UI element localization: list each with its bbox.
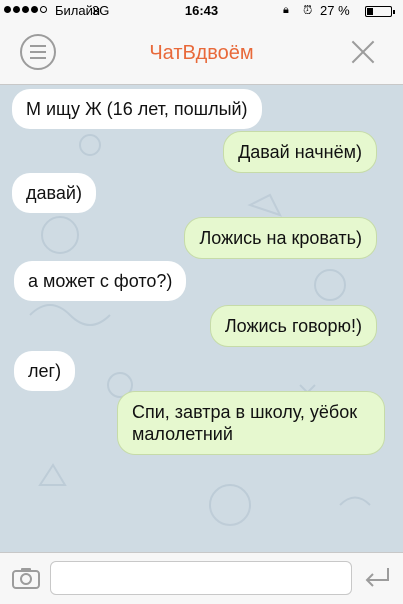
rotation-lock-icon: 🔒︎ (283, 4, 289, 16)
outgoing-message[interactable]: Спи, завтра в школу, уёбок малолетний (117, 391, 385, 455)
outgoing-message[interactable]: Ложись говорю!) (209, 305, 377, 347)
incoming-message[interactable]: лег) (14, 351, 76, 391)
app-title: ЧатВдвоём (149, 42, 254, 64)
battery-percent: 27 % (320, 3, 350, 18)
send-arrow-icon[interactable] (362, 565, 392, 591)
chat-screen: Билайн 3G 16:43 🔒︎ ⏰︎ 27 % ЧатВдвоём М и… (0, 0, 403, 604)
incoming-message[interactable]: М ищу Ж (16 лет, пошлый) (12, 89, 262, 129)
close-icon[interactable] (349, 38, 377, 66)
message-input[interactable] (50, 561, 352, 595)
outgoing-message[interactable]: Ложись на кровать) (184, 217, 377, 259)
nav-bar: ЧатВдвоём (0, 22, 403, 85)
incoming-message[interactable]: давай) (12, 173, 96, 213)
outgoing-message[interactable]: Давай начнём) (223, 131, 377, 173)
input-bar (0, 552, 403, 604)
battery-icon (365, 6, 395, 17)
status-bar: Билайн 3G 16:43 🔒︎ ⏰︎ 27 % (0, 0, 403, 22)
incoming-message[interactable]: а может с фото?) (14, 261, 187, 301)
alarm-icon: ⏰︎ (303, 3, 313, 17)
camera-icon[interactable] (12, 567, 40, 589)
message-list[interactable]: М ищу Ж (16 лет, пошлый) Давай начнём) дав… (0, 85, 403, 552)
